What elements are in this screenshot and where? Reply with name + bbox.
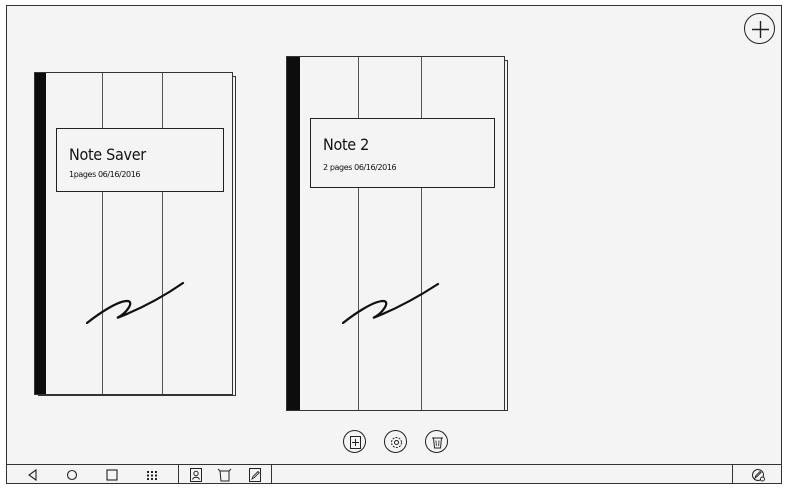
recents-button[interactable]: [103, 467, 121, 483]
settings-icon: [391, 437, 402, 448]
edit-icon: [249, 468, 261, 482]
edit-button[interactable]: [246, 467, 264, 483]
add-page-icon: [350, 436, 361, 449]
plus-icon: [752, 21, 769, 38]
notebook-title: Note Saver: [69, 145, 146, 164]
notebook-title: Note 2: [323, 135, 369, 154]
signature-scribble: [341, 282, 440, 325]
apps-icon: [147, 471, 157, 480]
notebook-cover: [34, 72, 233, 395]
divider: [271, 465, 272, 484]
apps-button[interactable]: [143, 467, 161, 483]
recents-icon: [106, 469, 118, 481]
notebook-card[interactable]: Note Saver 1pages 06/16/2016: [34, 72, 236, 397]
notebook-card[interactable]: Note 2 2 pages 06/16/2016: [286, 56, 508, 413]
notebook-label: Note 2 2 pages 06/16/2016: [310, 118, 495, 188]
back-button[interactable]: [24, 467, 42, 483]
add-notebook-button[interactable]: [744, 13, 775, 44]
bottom-system-bar: [6, 464, 782, 484]
trash-icon: [432, 437, 443, 449]
delete-button[interactable]: [425, 430, 448, 453]
notebook-meta: 1pages 06/16/2016: [69, 170, 141, 179]
notebook-cover: [286, 56, 505, 411]
pen-settings-icon: [752, 469, 765, 482]
contacts-button[interactable]: [187, 467, 205, 483]
crop-button[interactable]: [216, 467, 234, 483]
back-icon: [28, 468, 37, 482]
notebook-label: Note Saver 1pages 06/16/2016: [56, 128, 224, 192]
contacts-icon: [190, 468, 202, 482]
divider: [732, 465, 733, 484]
pen-settings-button[interactable]: [750, 467, 768, 483]
crop-icon: [217, 468, 232, 482]
signature-scribble: [85, 281, 185, 325]
home-button[interactable]: [63, 467, 81, 483]
home-icon: [66, 469, 78, 481]
divider: [178, 465, 179, 484]
add-page-button[interactable]: [343, 430, 366, 453]
notebook-meta: 2 pages 06/16/2016: [323, 163, 397, 172]
settings-button[interactable]: [384, 430, 407, 453]
